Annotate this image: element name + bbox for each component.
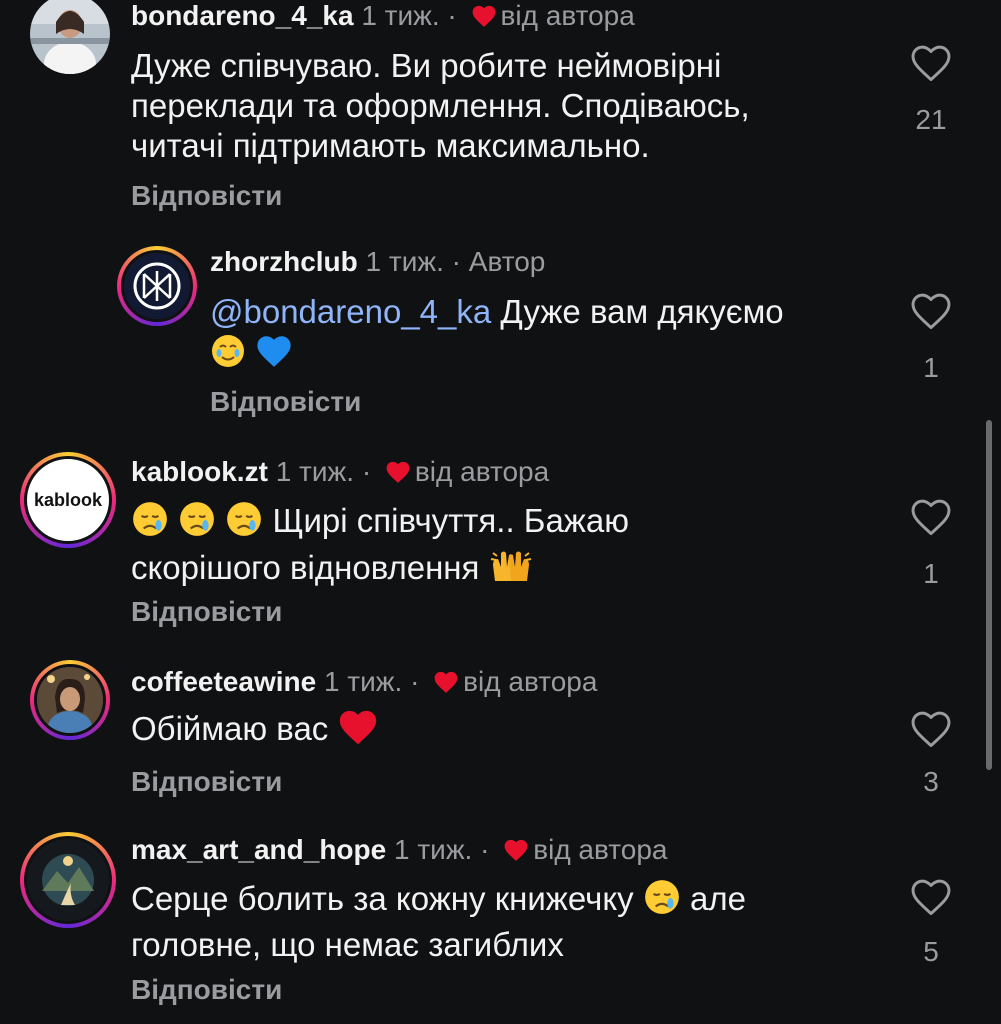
crying-face-emoji-icon — [225, 500, 263, 547]
heart-outline-icon[interactable] — [909, 876, 953, 920]
avatar[interactable] — [30, 0, 110, 74]
heart-filled-icon — [385, 459, 411, 491]
reply-button[interactable]: Відповісти — [131, 180, 282, 212]
reply-button[interactable]: Відповісти — [131, 596, 282, 628]
red-heart-emoji-icon — [337, 708, 379, 755]
heart-outline-icon[interactable] — [909, 290, 953, 334]
mention-link[interactable]: @bondareno_4_ka — [210, 293, 491, 330]
avatar[interactable] — [20, 832, 116, 928]
scrollbar[interactable] — [986, 420, 992, 770]
comment-item: coffeeteawine 1 тиж. · від автора Обійма… — [0, 660, 1001, 810]
separator: · — [361, 456, 372, 487]
comment-text-line: Щирі співчуття.. Бажаю — [272, 502, 629, 539]
blue-heart-emoji-icon — [255, 333, 293, 378]
heart-filled-icon — [433, 669, 459, 701]
reply-button[interactable]: Відповісти — [131, 974, 282, 1006]
like-count: 3 — [923, 766, 939, 797]
comment-text: @bondareno_4_ka Дуже вам дякуємо — [210, 292, 850, 378]
heart-filled-icon — [471, 3, 497, 35]
like-count: 21 — [915, 104, 947, 135]
author-like-badge: від автора — [500, 0, 635, 31]
comment-text-line-end: але — [689, 880, 746, 917]
crying-face-emoji-icon — [178, 500, 216, 547]
comment-header: kablook.zt 1 тиж. · від автора — [131, 456, 549, 491]
author-like-badge: від автора — [463, 666, 598, 697]
author-badge: Автор — [468, 246, 546, 277]
comment-text-content: Обіймаю вас — [131, 710, 329, 747]
username[interactable]: kablook.zt — [131, 456, 268, 487]
comment-item: max_art_and_hope 1 тиж. · від автора Сер… — [0, 828, 1001, 1024]
heart-outline-icon[interactable] — [909, 42, 953, 86]
reply-button[interactable]: Відповісти — [210, 386, 361, 418]
like-count: 1 — [923, 558, 939, 589]
comment-header: bondareno_4_ka 1 тиж. · від автора — [131, 0, 635, 35]
crying-face-emoji-icon — [643, 878, 681, 925]
separator: · — [451, 246, 461, 277]
heart-outline-icon[interactable] — [909, 496, 953, 540]
timestamp: 1 тиж. — [275, 456, 355, 487]
separator: · — [480, 834, 490, 865]
username[interactable]: bondareno_4_ka — [131, 0, 354, 31]
avatar[interactable] — [30, 660, 110, 740]
comment-text-content: Дуже вам дякуємо — [500, 293, 784, 330]
comment-header: coffeeteawine 1 тиж. · від автора — [131, 666, 597, 701]
author-like-badge: від автора — [414, 456, 550, 487]
reply-comment-item: zhorzhclub 1 тиж. · Автор @bondareno_4_k… — [0, 240, 1001, 420]
crying-face-emoji-icon — [131, 500, 169, 547]
comment-header: max_art_and_hope 1 тиж. · від автора — [131, 834, 668, 869]
username[interactable]: max_art_and_hope — [131, 834, 386, 865]
heart-filled-icon — [503, 837, 529, 869]
comment-item: kablook kablook.zt 1 тиж. · від автора Щ… — [0, 450, 1001, 640]
separator: · — [410, 666, 420, 697]
comment-text-line: головне, що немає загиблих — [131, 926, 564, 963]
comment-text-line: Серце болить за кожну книжечку — [131, 880, 634, 917]
like-count: 5 — [923, 936, 939, 967]
comment-text: Обіймаю вас — [131, 708, 831, 755]
username[interactable]: coffeeteawine — [131, 666, 316, 697]
comment-text: Щирі співчуття.. Бажаю скорішого відновл… — [131, 500, 831, 594]
like-count: 1 — [923, 352, 939, 383]
timestamp: 1 тиж. — [361, 0, 440, 31]
heart-outline-icon[interactable] — [909, 708, 953, 752]
comment-text: Дуже співчуваю. Ви робите неймовірні пер… — [131, 47, 750, 164]
teary-smile-emoji-icon — [210, 333, 246, 378]
comment-header: zhorzhclub 1 тиж. · Автор — [210, 246, 545, 278]
avatar[interactable] — [117, 246, 197, 326]
comment-item: bondareno_4_ka 1 тиж. · від автора Дуже … — [0, 0, 1001, 230]
avatar-logo-text: kablook — [33, 489, 103, 510]
comment-text-line: скорішого відновлення — [131, 549, 480, 586]
club-logo-icon — [133, 262, 181, 310]
username[interactable]: zhorzhclub — [210, 246, 358, 277]
timestamp: 1 тиж. — [323, 666, 403, 697]
raising-hands-emoji-icon — [489, 547, 533, 594]
comment-text: Серце болить за кожну книжечку але голов… — [131, 878, 851, 965]
avatar[interactable]: kablook — [20, 452, 116, 548]
timestamp: 1 тиж. — [365, 246, 444, 277]
separator: · — [447, 0, 457, 31]
timestamp: 1 тиж. — [394, 834, 473, 865]
author-like-badge: від автора — [533, 834, 668, 865]
reply-button[interactable]: Відповісти — [131, 766, 282, 798]
